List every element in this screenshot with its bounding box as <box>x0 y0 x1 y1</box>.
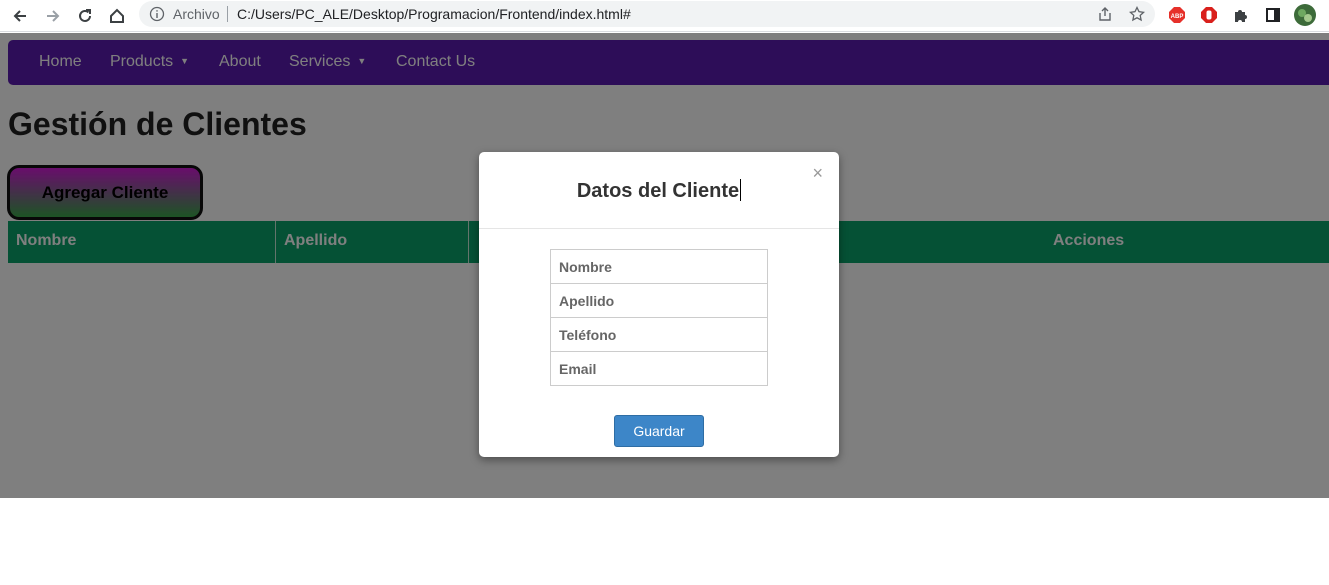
browser-toolbar: Archivo C:/Users/PC_ALE/Desktop/Programa… <box>0 0 1329 32</box>
modal-header: Datos del Cliente × <box>479 152 839 229</box>
url-text[interactable]: C:/Users/PC_ALE/Desktop/Programacion/Fro… <box>237 6 631 22</box>
puzzle-icon[interactable] <box>1230 4 1252 26</box>
url-scheme-label: Archivo <box>173 6 220 22</box>
svg-text:ABP: ABP <box>1171 14 1184 20</box>
modal-title: Datos del Cliente <box>576 179 742 202</box>
client-modal: Datos del Cliente × Nombre Apellido Telé… <box>479 152 839 457</box>
address-bar[interactable]: Archivo C:/Users/PC_ALE/Desktop/Programa… <box>139 1 1155 27</box>
home-icon[interactable] <box>105 4 129 28</box>
close-icon[interactable]: × <box>812 163 823 184</box>
email-field[interactable]: Email <box>550 351 768 386</box>
forward-icon[interactable] <box>41 4 65 28</box>
reload-icon[interactable] <box>73 4 97 28</box>
save-button[interactable]: Guardar <box>614 415 704 447</box>
stop-icon[interactable] <box>1198 4 1220 26</box>
share-icon[interactable] <box>1097 6 1113 22</box>
adblock-icon[interactable]: ABP <box>1166 4 1188 26</box>
telefono-field[interactable]: Teléfono <box>550 317 768 352</box>
apellido-field[interactable]: Apellido <box>550 283 768 318</box>
bookmark-star-icon[interactable] <box>1128 5 1146 22</box>
url-separator <box>227 6 228 22</box>
info-icon[interactable] <box>149 6 165 22</box>
text-cursor <box>740 179 742 201</box>
back-icon[interactable] <box>8 4 32 28</box>
sidepanel-icon[interactable] <box>1262 4 1284 26</box>
profile-avatar[interactable] <box>1294 4 1316 26</box>
nombre-field[interactable]: Nombre <box>550 249 768 284</box>
